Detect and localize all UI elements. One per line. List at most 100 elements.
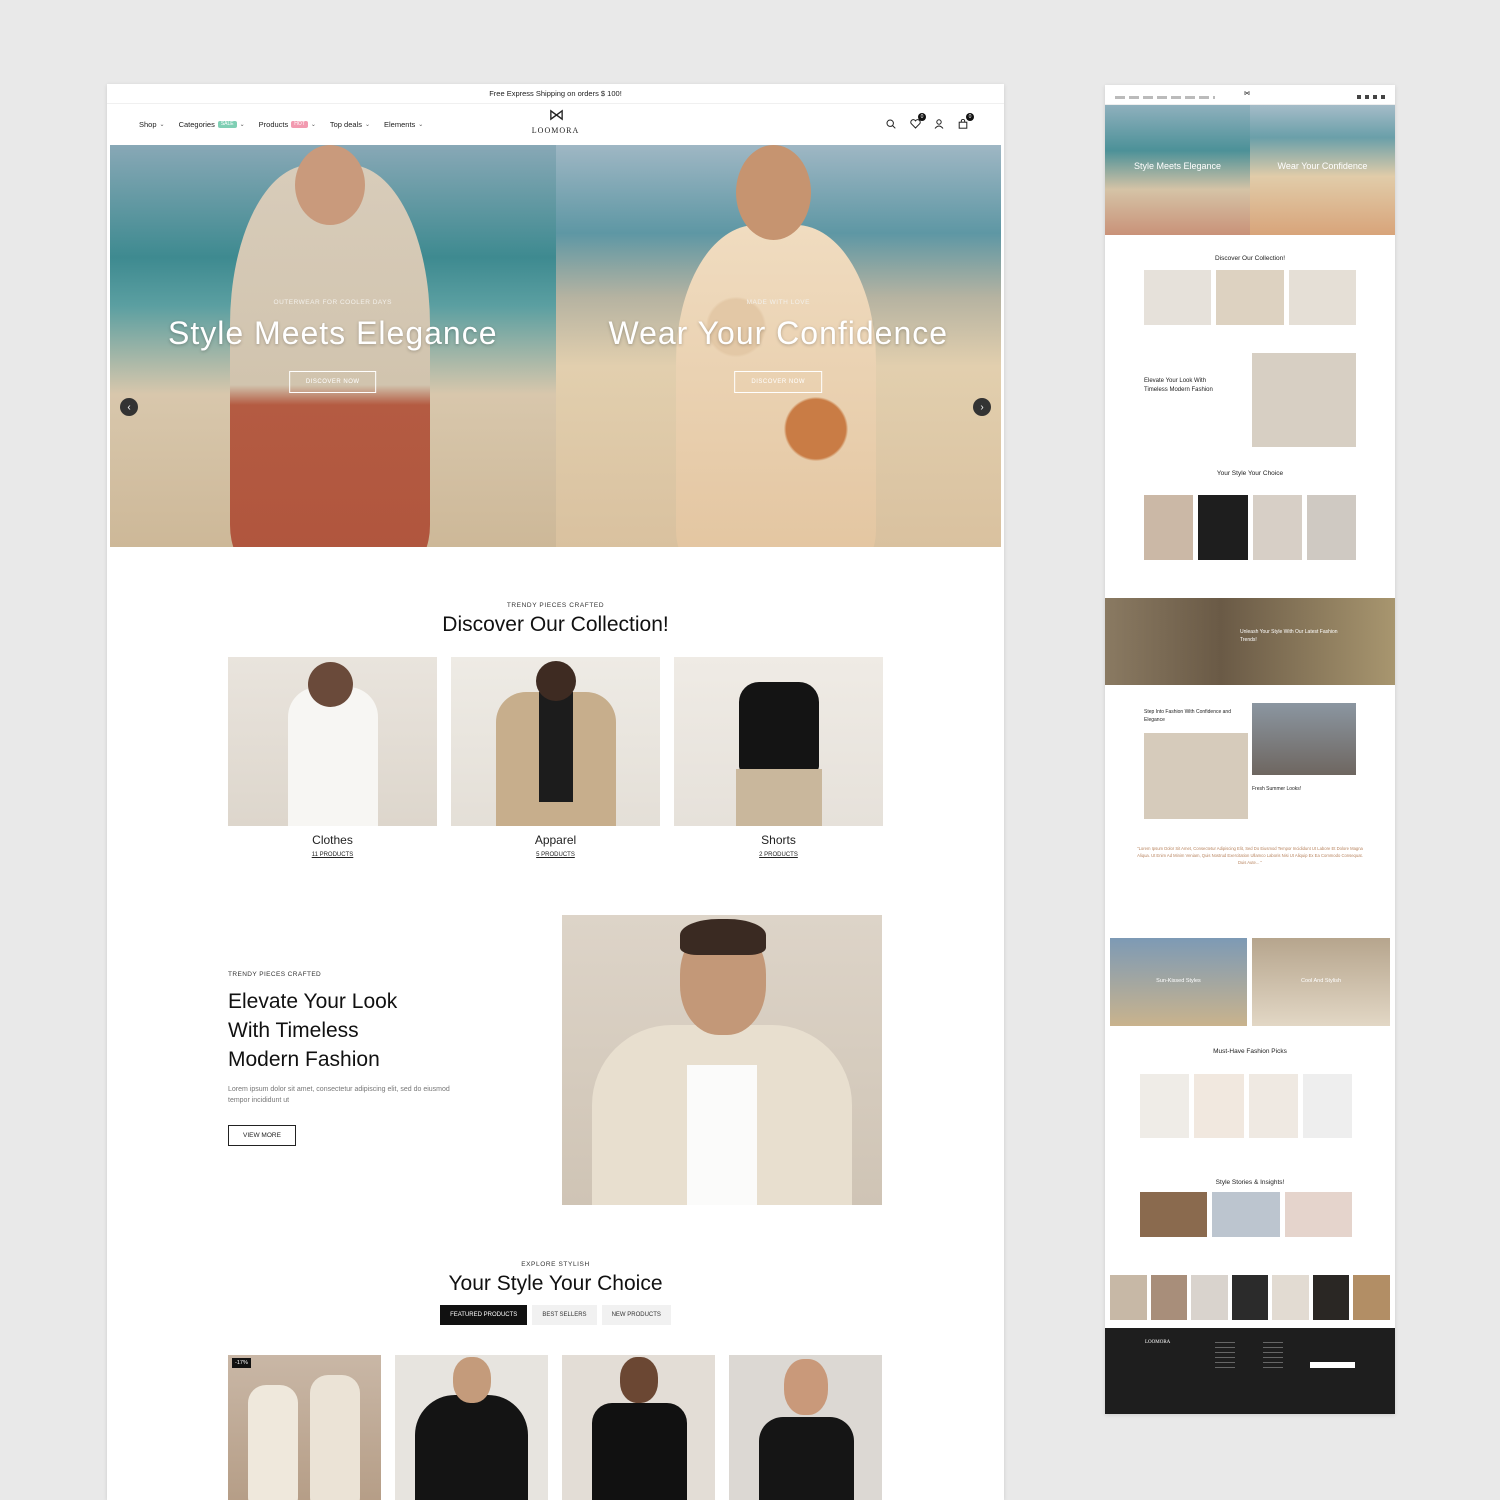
- head-shape: [536, 661, 576, 701]
- promo-title-line: With Timeless: [228, 1019, 359, 1042]
- product-tabs: FEATURED PRODUCTS BEST SELLERS NEW PRODU…: [107, 1305, 1004, 1325]
- announcement-bar: Free Express Shipping on orders $ 100!: [107, 84, 1004, 104]
- tab-best-sellers[interactable]: BEST SELLERS: [532, 1305, 597, 1325]
- mini-tile-1[interactable]: Sun-Kissed Styles: [1110, 938, 1247, 1026]
- head-shape: [453, 1357, 491, 1403]
- mini-testimonial-quote: "Lorem Ipsum Dolor Sit Amet, Consectetur…: [1137, 846, 1363, 865]
- mini-insta-tile[interactable]: [1312, 1275, 1350, 1320]
- chevron-down-icon: ⌄: [418, 122, 424, 128]
- mini-blog-card[interactable]: [1284, 1192, 1352, 1237]
- mini-insta-tile[interactable]: [1231, 1275, 1269, 1320]
- nav-categories-label: Categories: [178, 120, 215, 129]
- mini-hero-2: Wear Your Confidence: [1250, 105, 1395, 235]
- hero-model-head: [735, 145, 811, 240]
- mini-tile-2[interactable]: Cool And Stylish: [1252, 938, 1390, 1026]
- product-card[interactable]: [395, 1355, 548, 1500]
- header-actions: 0 0: [884, 113, 974, 131]
- view-more-button[interactable]: VIEW MORE: [228, 1125, 296, 1146]
- mini-picks-title: Must-Have Fashion Picks: [1105, 1048, 1395, 1055]
- collection-count-link[interactable]: 11 PRODUCTS: [228, 852, 437, 858]
- mini-blog-card[interactable]: [1140, 1192, 1208, 1237]
- collection-card-clothes[interactable]: Clothes 11 PRODUCTS: [228, 657, 437, 858]
- hero-slide-2-button[interactable]: DISCOVER NOW: [734, 371, 823, 393]
- logo-text: LOOMORA: [531, 126, 580, 135]
- nav-elements-label: Elements: [384, 120, 416, 129]
- logo-mark-icon: ⋈: [548, 107, 564, 124]
- mini-nav: [1115, 96, 1215, 99]
- collection-name: Shorts: [761, 833, 796, 847]
- collection-count-link[interactable]: 5 PRODUCTS: [451, 852, 660, 858]
- mini-insta-tile[interactable]: [1191, 1275, 1228, 1320]
- mini-icons: [1357, 95, 1385, 99]
- nav-products[interactable]: Products HOT ⌄: [259, 120, 316, 129]
- mini-pick-card[interactable]: [1140, 1074, 1190, 1138]
- promo-kicker: TRENDY PIECES CRAFTED: [228, 971, 322, 978]
- mini-tile-1-title: Sun-Kissed Styles: [1156, 978, 1201, 984]
- mini-newsletter-input[interactable]: [1310, 1362, 1355, 1368]
- site-logo[interactable]: ⋈ LOOMORA: [531, 107, 580, 136]
- mini-insta-tile[interactable]: [1272, 1275, 1309, 1320]
- mini-pick-card[interactable]: [1248, 1074, 1298, 1138]
- nav-shop[interactable]: Shop ⌄: [139, 120, 165, 129]
- mini-products-title: Your Style Your Choice: [1105, 470, 1395, 477]
- mini-pick-card[interactable]: [1194, 1074, 1244, 1138]
- products-title: Your Style Your Choice: [448, 1272, 663, 1295]
- collection-card-shorts[interactable]: Shorts 2 PRODUCTS: [674, 657, 883, 858]
- wishlist-icon[interactable]: 0: [908, 113, 926, 131]
- tank-shape: [739, 682, 819, 772]
- slider-prev-button[interactable]: ‹: [120, 398, 138, 416]
- search-icon[interactable]: [884, 117, 898, 131]
- account-icon[interactable]: [932, 117, 946, 131]
- mini-tile-2-title: Cool And Stylish: [1300, 978, 1342, 984]
- cart-icon[interactable]: 0: [956, 113, 974, 131]
- mini-product-grid: [1144, 495, 1356, 560]
- product-card[interactable]: -17%: [228, 1355, 381, 1500]
- mini-product-card[interactable]: [1144, 495, 1194, 560]
- product-card[interactable]: [729, 1355, 882, 1500]
- mini-blog-title: Style Stories & Insights!: [1105, 1179, 1395, 1186]
- hero-slide-2-title: Wear Your Confidence: [608, 315, 949, 351]
- mini-footer-links: [1215, 1342, 1235, 1372]
- mini-collection-card[interactable]: [1144, 270, 1212, 325]
- collection-card-apparel[interactable]: Apparel 5 PRODUCTS: [451, 657, 660, 858]
- tab-featured-products[interactable]: FEATURED PRODUCTS: [440, 1305, 528, 1325]
- mini-pick-card[interactable]: [1302, 1074, 1352, 1138]
- mini-collection-card[interactable]: [1288, 270, 1356, 325]
- wishlist-count: 0: [918, 113, 926, 121]
- nav-top-deals[interactable]: Top deals ⌄: [330, 120, 370, 129]
- collection-count-link[interactable]: 2 PRODUCTS: [674, 852, 883, 858]
- sock-shape: [310, 1375, 360, 1500]
- tab-new-products[interactable]: NEW PRODUCTS: [601, 1305, 671, 1325]
- mini-product-card[interactable]: [1306, 495, 1356, 560]
- head-shape: [784, 1359, 828, 1415]
- promo-title: Elevate Your Look With Timeless Modern F…: [228, 987, 458, 1074]
- announcement-text: Free Express Shipping on orders $ 100!: [489, 89, 622, 98]
- hero-slide-2: MADE WITH LOVE Wear Your Confidence DISC…: [555, 145, 1001, 547]
- products-kicker: EXPLORE STYLISH: [521, 1261, 590, 1268]
- sock-shape: [248, 1385, 298, 1500]
- mini-insta-tile[interactable]: [1110, 1275, 1147, 1320]
- hero-slide-1-button[interactable]: DISCOVER NOW: [288, 371, 377, 393]
- chevron-down-icon: ⌄: [159, 122, 165, 128]
- mini-step-image: [1144, 733, 1248, 819]
- mini-collection-grid: [1144, 270, 1356, 325]
- cart-count: 0: [966, 113, 974, 121]
- mini-product-card[interactable]: [1198, 495, 1248, 560]
- product-grid: -17%: [228, 1355, 882, 1500]
- collection-title: Discover Our Collection!: [442, 613, 669, 636]
- mini-product-card[interactable]: [1252, 495, 1302, 560]
- mini-banner-title: Unleash Your Style With Our Latest Fashi…: [1240, 629, 1338, 643]
- mini-picks-grid: [1140, 1074, 1352, 1138]
- mini-insta-tile[interactable]: [1353, 1275, 1390, 1320]
- mini-insta-tile[interactable]: [1150, 1275, 1188, 1320]
- collection-image: [674, 657, 883, 826]
- mini-blog-card[interactable]: [1212, 1192, 1280, 1237]
- mini-promo-image: [1252, 353, 1356, 447]
- full-page-preview: ⋈ Style Meets Elegance Wear Your Confide…: [1105, 85, 1395, 1414]
- product-card[interactable]: [562, 1355, 715, 1500]
- nav-elements[interactable]: Elements ⌄: [384, 120, 423, 129]
- nav-categories[interactable]: Categories SALE ⌄: [179, 120, 245, 129]
- slider-next-button[interactable]: ›: [973, 398, 991, 416]
- hero-slide-1: OUTERWEAR FOR COOLER DAYS Style Meets El…: [110, 145, 556, 547]
- mini-collection-card[interactable]: [1216, 270, 1284, 325]
